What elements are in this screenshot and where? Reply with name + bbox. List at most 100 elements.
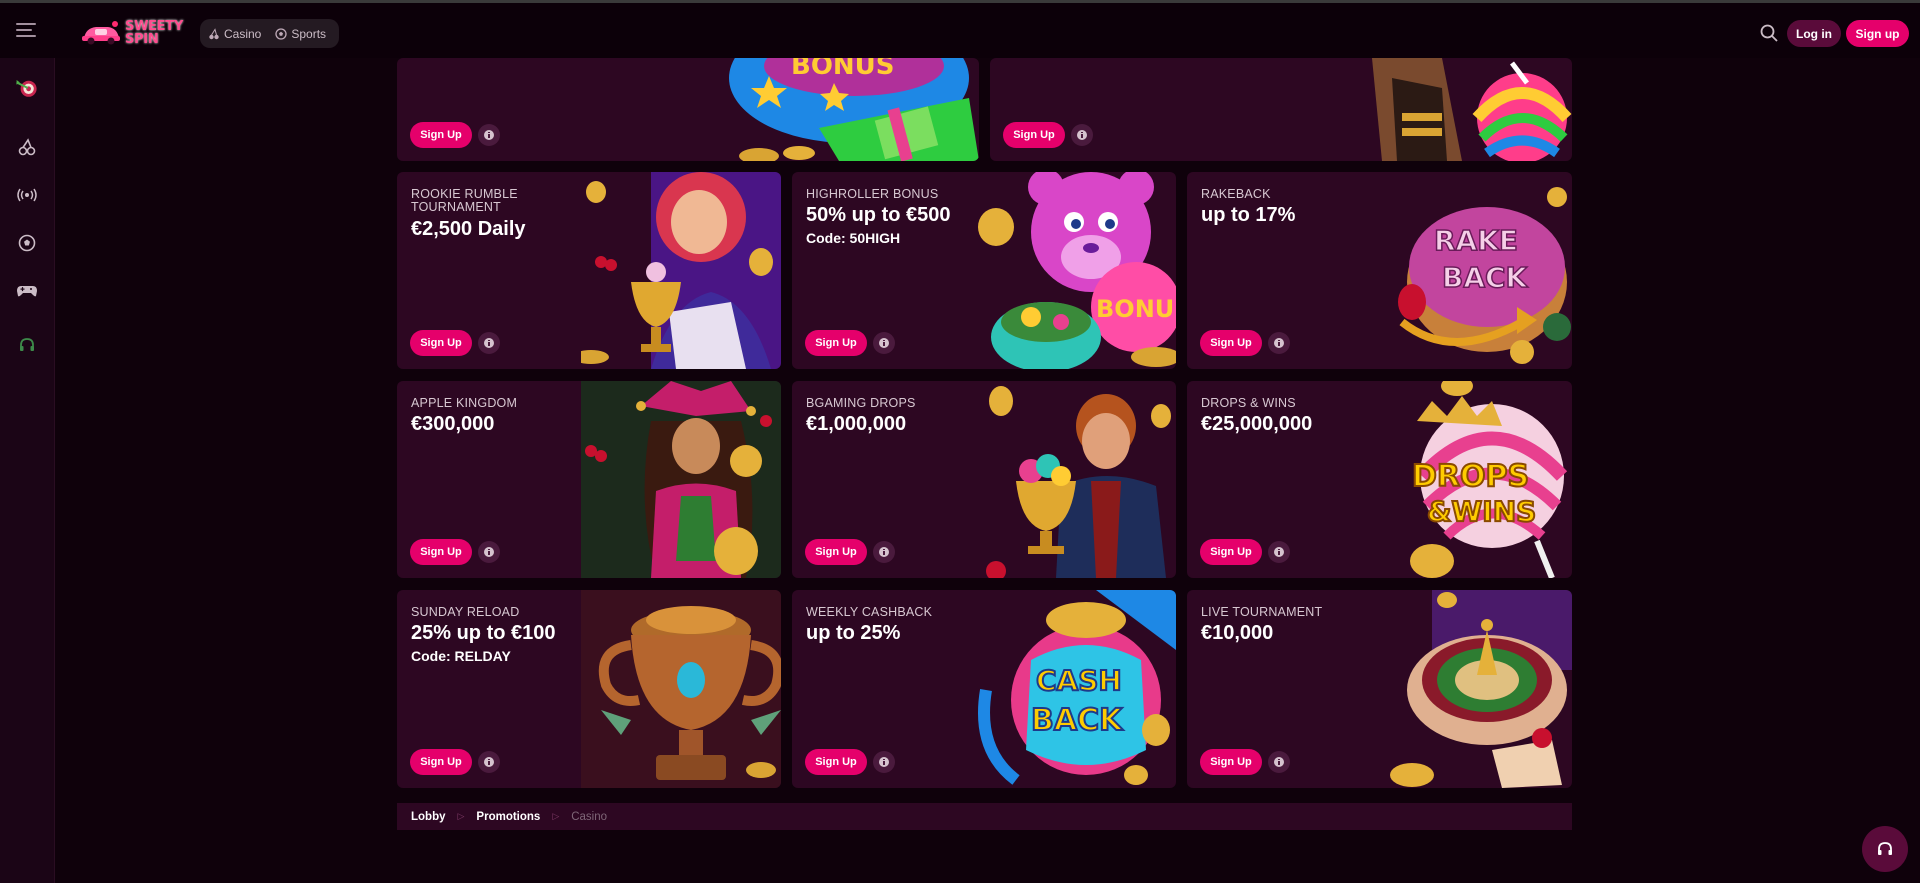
promo-code: Code: 50HIGH [806,230,901,246]
svg-text:BACK: BACK [1442,261,1529,294]
info-icon[interactable] [478,124,500,146]
info-icon[interactable] [873,751,895,773]
promo-value: 50% up to €500 [806,204,951,226]
signup-button[interactable]: Sign Up [1200,330,1262,356]
signup-button[interactable]: Sign up [1846,20,1909,47]
search-icon[interactable] [1759,23,1779,43]
promo-card: DROPS &WINS DROPS & WINS €25,000,000 Sig… [1187,381,1572,578]
info-icon[interactable] [478,751,500,773]
bonus-wheel-art: BONUS [729,58,979,161]
jester-girl-art [581,381,781,578]
promo-value: €300,000 [411,413,495,435]
info-icon[interactable] [1268,332,1290,354]
promo-card: CASH BACK WEEKLY CASHBACK up to 25% Sign… [792,590,1176,788]
signup-button[interactable]: Sign Up [1003,122,1065,148]
girl-with-trophy-art [581,172,781,369]
logo[interactable]: SWEETY SPIN [80,16,188,50]
promo-card: BONUS HIGHROLLER BONUS 50% up to €500 Co… [792,172,1176,369]
svg-text:DROPS: DROPS [1412,459,1529,494]
headset-icon [1878,842,1892,855]
roulette-cake-art [1390,590,1572,788]
promo-label: SUNDAY RELOAD [411,605,520,619]
promo-label: APPLE KINGDOM [411,396,518,410]
signup-button[interactable]: Sign Up [410,749,472,775]
info-icon[interactable] [1268,541,1290,563]
nav-casino-label: Casino [224,26,262,41]
promo-label: LIVE TOURNAMENT [1201,605,1323,619]
promo-value: up to 25% [806,622,901,644]
pink-bear-bonus-art: BONUS [978,172,1176,369]
promo-card: LIVE TOURNAMENT €10,000 Sign Up [1187,590,1572,788]
signup-button[interactable]: Sign Up [1200,749,1262,775]
cherry-icon[interactable] [15,135,39,159]
promo-value: up to 17% [1201,204,1296,226]
promo-label: HIGHROLLER BONUS [806,187,939,201]
signup-button[interactable]: Sign Up [410,122,472,148]
chevron-right-icon: ▷ [457,811,465,821]
cherry-icon [209,27,219,39]
live-broadcast-icon[interactable] [15,183,39,207]
promotions-target-icon[interactable] [15,76,39,100]
nav-sports[interactable]: Sports [275,27,326,41]
rake-back-donut-art: RAKE BACK [1398,187,1571,364]
breadcrumb-lobby[interactable]: Lobby [411,811,446,823]
nav-casino[interactable]: Casino [208,27,261,41]
headset-icon[interactable] [15,333,39,357]
promo-card-top-1: BONUS Sign Up [397,58,979,161]
svg-text:&WINS: &WINS [1427,495,1536,528]
promo-value: 25% up to €100 [411,622,556,644]
promo-card-top-2: Sign Up [990,58,1572,161]
info-icon[interactable] [873,332,895,354]
info-icon[interactable] [873,541,895,563]
breadcrumb-promotions[interactable]: Promotions [476,811,540,823]
logo-text: SWEETY SPIN [125,20,183,46]
signup-button[interactable]: Sign Up [805,539,867,565]
promo-label: DROPS & WINS [1201,396,1296,410]
drops-wins-lollipop-art: DROPS &WINS [1410,381,1568,578]
signup-button[interactable]: Sign Up [805,749,867,775]
promo-card: SUNDAY RELOAD 25% up to €100 Code: RELDA… [397,590,781,788]
top-bar: SWEETY SPIN Casino Sports Log in Sign up [0,0,1920,58]
sidebar [0,58,55,883]
signup-button[interactable]: Sign Up [410,539,472,565]
info-icon[interactable] [1071,124,1093,146]
promo-label: WEEKLY CASHBACK [806,605,933,619]
signup-button[interactable]: Sign Up [1200,539,1262,565]
logo-car-icon [80,20,122,46]
support-chat-button[interactable] [1862,826,1908,872]
promo-card: RAKE BACK RAKEBACK up to 17% Sign Up [1187,172,1572,369]
svg-text:CASH: CASH [1036,664,1122,697]
svg-text:BONUS: BONUS [791,58,895,81]
promo-card: APPLE KINGDOM €300,000 Sign Up [397,381,781,578]
soccer-ball-icon[interactable] [15,231,39,255]
login-button[interactable]: Log in [1787,20,1841,47]
promo-value: €2,500 Daily [411,218,526,240]
main-nav: Casino Sports [200,19,339,48]
nav-sports-label: Sports [291,26,327,41]
promo-label: BGAMING DROPS [806,396,916,410]
signup-button[interactable]: Sign Up [805,330,867,356]
chevron-right-icon: ▷ [552,811,560,821]
signup-button[interactable]: Sign Up [410,330,472,356]
info-icon[interactable] [478,332,500,354]
bronze-trophy-art [581,590,781,788]
breadcrumb-casino: Casino [571,810,608,823]
promo-label: ROOKIE RUMBLE TOURNAMENT [411,187,518,214]
soccer-ball-icon [275,27,288,40]
menu-icon[interactable] [16,23,36,37]
man-with-candy-cup-art [986,386,1171,578]
gamepad-icon[interactable] [15,279,39,303]
svg-text:BACK: BACK [1031,703,1124,738]
info-icon[interactable] [478,541,500,563]
promo-code: Code: RELDAY [411,648,511,664]
svg-text:RAKE: RAKE [1434,224,1518,257]
promo-label: RAKEBACK [1201,187,1271,201]
promo-card: ROOKIE RUMBLE TOURNAMENT €2,500 Daily Si… [397,172,781,369]
promo-value: €1,000,000 [806,413,907,435]
info-icon[interactable] [1268,751,1290,773]
promo-value: €10,000 [1201,622,1274,644]
promo-value: €25,000,000 [1201,413,1313,435]
breadcrumb: Lobby ▷ Promotions ▷ Casino [397,803,1572,830]
svg-text:BONUS: BONUS [1096,295,1176,323]
logo-line2: SPIN [125,32,159,47]
